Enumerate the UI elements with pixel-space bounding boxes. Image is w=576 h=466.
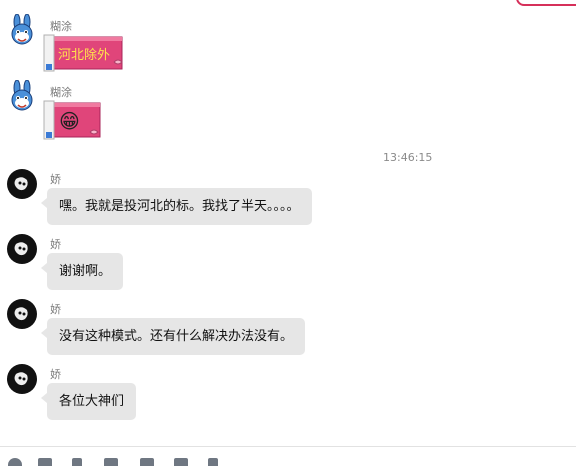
message-bubble: 各位大神们 — [40, 383, 137, 420]
folder-icon[interactable] — [38, 458, 52, 466]
gift-box[interactable]: 😁 — [42, 100, 104, 140]
sender-name: 娇 — [50, 238, 61, 251]
send-icon[interactable] — [208, 458, 218, 466]
scissors-icon[interactable] — [72, 458, 82, 466]
gift-text: 河北除外 — [58, 48, 111, 63]
rabbit-avatar-icon[interactable] — [6, 79, 38, 112]
dark-avatar-icon[interactable] — [6, 363, 38, 395]
message-bubble: 没有这种模式。还有什么解决办法没有。 — [40, 318, 306, 355]
image-icon[interactable] — [174, 458, 188, 466]
sender-name: 娇 — [50, 368, 61, 381]
input-toolbar — [0, 446, 576, 466]
sender-name: 娇 — [50, 303, 61, 316]
dark-avatar-icon[interactable] — [6, 233, 38, 265]
rabbit-avatar-icon[interactable] — [6, 13, 38, 46]
sender-name: 娇 — [50, 173, 61, 186]
file-icon[interactable] — [104, 458, 118, 466]
doc-icon[interactable] — [140, 458, 154, 466]
dark-avatar-icon[interactable] — [6, 298, 38, 330]
emoji-icon[interactable] — [8, 458, 22, 466]
grin-emoji-icon: 😁 — [59, 109, 80, 133]
sender-name: 糊涂 — [50, 20, 72, 33]
message-timestamp: 13:46:15 — [383, 151, 433, 164]
message-bubble: 谢谢啊。 — [40, 253, 124, 290]
window-corner-accent — [516, 0, 576, 6]
gift-box[interactable]: 河北除外 — [42, 34, 126, 72]
message-bubble: 嘿。我就是投河北的标。我找了半天。。。。 — [41, 188, 312, 225]
sender-name: 糊涂 — [50, 86, 72, 99]
dark-avatar-icon[interactable] — [6, 168, 38, 200]
